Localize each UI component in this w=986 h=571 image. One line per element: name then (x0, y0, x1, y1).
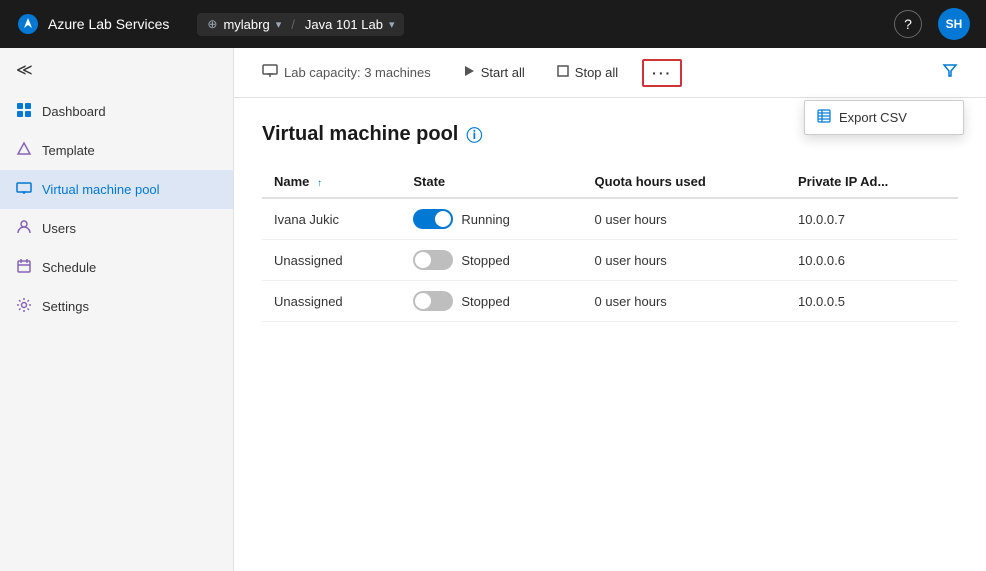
breadcrumb[interactable]: ⊕ mylabrg ▾ / Java 101 Lab ▾ (197, 13, 404, 36)
vm-toggle[interactable] (413, 291, 453, 311)
breadcrumb-sep: / (291, 17, 295, 32)
cell-state: Stopped (401, 240, 582, 281)
sidebar: ≪ Dashboard Template Virtual machine poo… (0, 48, 234, 571)
table-row: Ivana Jukic Running 0 user hours10.0.0.7 (262, 198, 958, 240)
more-actions-button[interactable]: ··· (642, 59, 682, 87)
sidebar-item-settings-label: Settings (42, 299, 89, 314)
content-area: Lab capacity: 3 machines Start all Stop … (234, 48, 986, 571)
help-button[interactable]: ? (894, 10, 922, 38)
export-csv-icon (817, 109, 831, 126)
cell-name: Unassigned (262, 240, 401, 281)
col-ip: Private IP Ad... (786, 166, 958, 198)
cell-state: Stopped (401, 281, 582, 322)
sidebar-item-schedule-label: Schedule (42, 260, 96, 275)
export-csv-button[interactable]: Export CSV (805, 101, 963, 134)
breadcrumb-icon: ⊕ (207, 17, 217, 31)
breadcrumb-chevron: ▾ (276, 18, 282, 31)
toolbar: Lab capacity: 3 machines Start all Stop … (234, 48, 986, 98)
col-name: Name ↑ (262, 166, 401, 198)
user-avatar[interactable]: SH (938, 8, 970, 40)
vm-toggle[interactable] (413, 209, 453, 229)
start-all-label: Start all (481, 65, 525, 80)
capacity-label: Lab capacity: 3 machines (284, 65, 431, 80)
cell-quota: 0 user hours (583, 281, 786, 322)
breadcrumb-lab-chevron: ▾ (389, 18, 395, 31)
sidebar-item-settings[interactable]: Settings (0, 287, 233, 326)
sidebar-collapse-button[interactable]: ≪ (0, 48, 233, 92)
sidebar-item-template-label: Template (42, 143, 95, 158)
cell-ip: 10.0.0.5 (786, 281, 958, 322)
vm-toggle[interactable] (413, 250, 453, 270)
template-icon (16, 141, 32, 160)
table-row: Unassigned Stopped 0 user hours10.0.0.5 (262, 281, 958, 322)
page-content: Virtual machine pool ⓘ Name ↑ State Quot… (234, 98, 986, 571)
lab-capacity-info: Lab capacity: 3 machines (254, 60, 439, 85)
cell-name: Unassigned (262, 281, 401, 322)
azure-logo-icon (16, 12, 40, 36)
sidebar-item-template[interactable]: Template (0, 131, 233, 170)
cell-name: Ivana Jukic (262, 198, 401, 240)
cell-ip: 10.0.0.7 (786, 198, 958, 240)
state-label: Stopped (461, 294, 509, 309)
settings-icon (16, 297, 32, 316)
sidebar-nav: Dashboard Template Virtual machine pool … (0, 92, 233, 326)
cell-ip: 10.0.0.6 (786, 240, 958, 281)
sidebar-item-users-label: Users (42, 221, 76, 236)
stop-icon (557, 65, 569, 80)
vm-table: Name ↑ State Quota hours used Private IP… (262, 166, 958, 322)
breadcrumb-org: mylabrg (223, 17, 269, 32)
cell-quota: 0 user hours (583, 240, 786, 281)
sidebar-item-vmpool[interactable]: Virtual machine pool (0, 170, 233, 209)
state-label: Running (461, 212, 509, 227)
breadcrumb-lab: Java 101 Lab (305, 17, 383, 32)
sidebar-item-schedule[interactable]: Schedule (0, 248, 233, 287)
collapse-icon: ≪ (16, 60, 33, 80)
play-icon (463, 65, 475, 80)
sidebar-item-dashboard[interactable]: Dashboard (0, 92, 233, 131)
more-dropdown: Export CSV (804, 100, 964, 135)
users-icon (16, 219, 32, 238)
info-icon[interactable]: ⓘ (466, 122, 482, 146)
sidebar-item-dashboard-label: Dashboard (42, 104, 106, 119)
top-nav: Azure Lab Services ⊕ mylabrg ▾ / Java 10… (0, 0, 986, 48)
more-icon: ··· (652, 65, 672, 81)
sort-icon: ↑ (317, 178, 322, 189)
cell-state: Running (401, 198, 582, 240)
main-layout: ≪ Dashboard Template Virtual machine poo… (0, 48, 986, 571)
cell-quota: 0 user hours (583, 198, 786, 240)
monitor-icon (262, 64, 278, 81)
nav-title: Azure Lab Services (48, 16, 169, 32)
vmpool-icon (16, 180, 32, 199)
table-row: Unassigned Stopped 0 user hours10.0.0.6 (262, 240, 958, 281)
start-all-button[interactable]: Start all (455, 61, 533, 84)
schedule-icon (16, 258, 32, 277)
sidebar-item-users[interactable]: Users (0, 209, 233, 248)
logo: Azure Lab Services (16, 12, 169, 36)
stop-all-button[interactable]: Stop all (549, 61, 626, 84)
dashboard-icon (16, 102, 32, 121)
filter-button[interactable] (934, 58, 966, 87)
export-csv-label: Export CSV (839, 110, 907, 125)
state-label: Stopped (461, 253, 509, 268)
sidebar-item-vmpool-label: Virtual machine pool (42, 182, 160, 197)
stop-all-label: Stop all (575, 65, 618, 80)
top-nav-right: ? SH (894, 8, 970, 40)
col-quota: Quota hours used (583, 166, 786, 198)
col-state: State (401, 166, 582, 198)
